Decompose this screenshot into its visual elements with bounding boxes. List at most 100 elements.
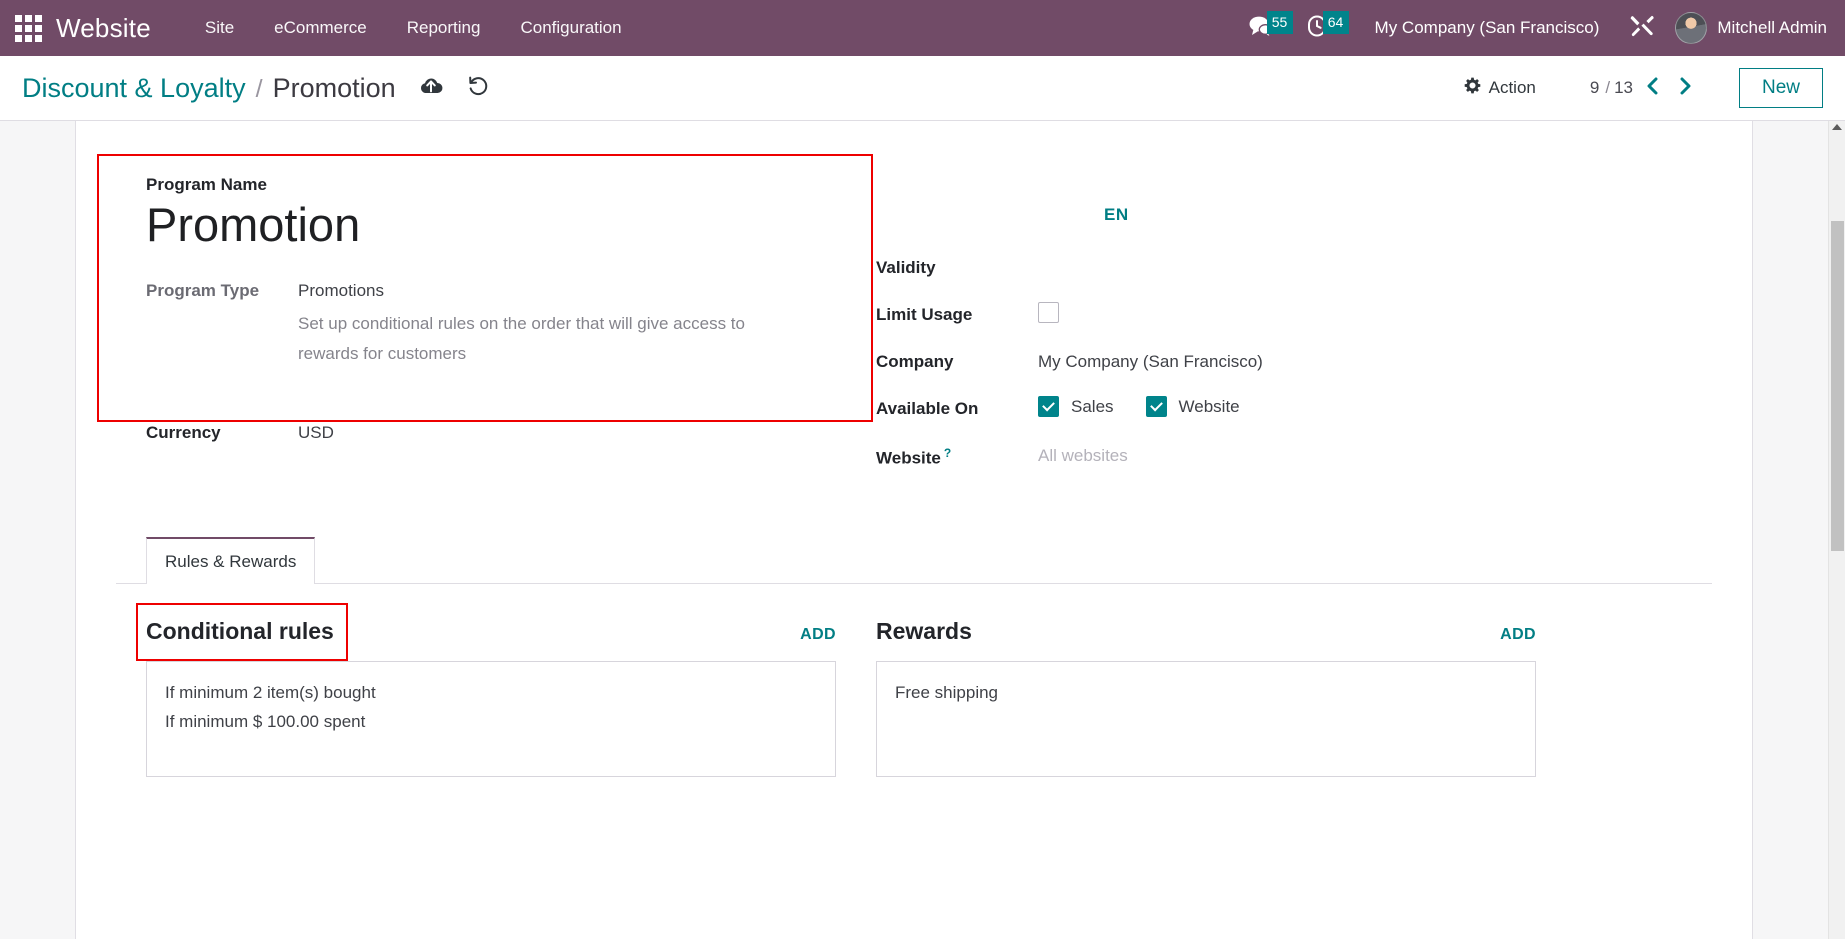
conditional-rule-item[interactable]: If minimum 2 item(s) bought xyxy=(165,678,817,707)
breadcrumb-parent[interactable]: Discount & Loyalty xyxy=(22,73,246,104)
pager-total: 13 xyxy=(1614,78,1633,97)
conditional-rules-title: Conditional rules xyxy=(146,617,334,644)
limit-usage-row: Limit Usage xyxy=(876,302,1712,325)
record-save-discard-actions xyxy=(418,74,490,103)
notebook-tabs: Rules & Rewards xyxy=(116,536,1712,584)
pager-separator: / xyxy=(1605,78,1611,97)
conditional-rules-pane: Conditional rules ADD If minimum 2 item(… xyxy=(146,618,836,777)
program-type-value[interactable]: Promotions xyxy=(298,278,768,301)
rewards-header: Rewards ADD xyxy=(876,618,1536,645)
pager-current[interactable]: 9 xyxy=(1588,78,1601,98)
website-input[interactable]: All websites xyxy=(1038,443,1128,466)
pager: 9 / 13 xyxy=(1588,75,1701,102)
translation-language-badge[interactable]: EN xyxy=(1104,205,1129,225)
chevron-right-icon xyxy=(1679,77,1693,100)
program-type-value-wrap: Promotions Set up conditional rules on t… xyxy=(298,278,768,367)
new-button[interactable]: New xyxy=(1738,68,1823,108)
menu-site[interactable]: Site xyxy=(185,12,254,44)
website-label-text: Website xyxy=(876,448,941,468)
limit-usage-value-wrap xyxy=(1038,302,1059,323)
menu-ecommerce[interactable]: eCommerce xyxy=(254,12,387,44)
page-body: Program Name Promotion Program Type Prom… xyxy=(0,121,1845,939)
developer-tools-icon xyxy=(1629,13,1655,44)
save-button[interactable] xyxy=(418,75,444,102)
available-on-website-checkbox[interactable] xyxy=(1145,396,1167,417)
avatar xyxy=(1675,12,1708,44)
navbar-systray: 55 64 My Company (San Francisco) Mitchel… xyxy=(1241,10,1835,44)
program-name-label: Program Name xyxy=(146,175,267,194)
available-on-options: Sales Website xyxy=(1038,396,1260,417)
menu-reporting[interactable]: Reporting xyxy=(387,12,501,44)
company-value[interactable]: My Company (San Francisco) xyxy=(1038,349,1263,372)
pager-previous-button[interactable] xyxy=(1637,75,1667,102)
activities-menu[interactable]: 64 xyxy=(1299,10,1355,43)
action-menu-button[interactable]: Action xyxy=(1452,71,1548,105)
currency-label: Currency xyxy=(146,422,221,442)
discard-button[interactable] xyxy=(466,74,490,103)
form-column-right: EN Validity Limit Usage Company My Compa… xyxy=(876,153,1712,475)
breadcrumb-separator: / xyxy=(255,74,263,103)
apps-grid-icon xyxy=(14,14,42,42)
program-type-label: Program Type xyxy=(146,281,260,301)
pager-next-button[interactable] xyxy=(1671,75,1701,102)
messages-count-badge: 55 xyxy=(1266,10,1293,34)
website-row: Website? All websites xyxy=(876,443,1712,469)
available-on-label: Available On xyxy=(876,399,979,418)
messages-menu[interactable]: 55 xyxy=(1241,10,1299,43)
limit-usage-checkbox[interactable] xyxy=(1038,302,1059,323)
top-navbar: Website Site eCommerce Reporting Configu… xyxy=(0,0,1845,56)
undo-discard-icon xyxy=(466,74,490,103)
currency-value[interactable]: USD xyxy=(298,420,334,443)
user-menu[interactable]: Mitchell Admin xyxy=(1669,12,1835,44)
form-column-left: Program Name Promotion Program Type Prom… xyxy=(116,153,876,449)
conditional-rules-card: If minimum 2 item(s) bought If minimum $… xyxy=(146,660,836,777)
program-name-input[interactable]: Promotion xyxy=(146,197,876,252)
developer-tools-menu[interactable] xyxy=(1615,13,1669,44)
breadcrumb: Discount & Loyalty / Promotion xyxy=(22,73,396,104)
conditional-rule-item[interactable]: If minimum $ 100.00 spent xyxy=(165,707,817,736)
validity-row: Validity xyxy=(876,255,1712,278)
currency-row: Currency USD xyxy=(146,420,876,443)
limit-usage-label: Limit Usage xyxy=(876,305,973,324)
form-sheet: Program Name Promotion Program Type Prom… xyxy=(75,121,1753,939)
notebook: Rules & Rewards Conditional rules ADD If… xyxy=(116,536,1712,777)
breadcrumb-current: Promotion xyxy=(272,72,396,103)
available-on-row: Available On Sales Website xyxy=(876,396,1712,419)
rewards-card: Free shipping xyxy=(876,660,1536,777)
rewards-pane: Rewards ADD Free shipping xyxy=(876,618,1536,777)
available-on-sales-checkbox[interactable] xyxy=(1038,396,1059,417)
menu-configuration[interactable]: Configuration xyxy=(500,12,641,44)
user-name: Mitchell Admin xyxy=(1717,18,1827,37)
tab-rules-and-rewards[interactable]: Rules & Rewards xyxy=(146,536,316,584)
rewards-title: Rewards xyxy=(876,617,972,644)
available-on-website-label: Website xyxy=(1178,396,1240,416)
add-reward-button[interactable]: ADD xyxy=(1500,626,1536,644)
form-columns: Program Name Promotion Program Type Prom… xyxy=(116,153,1712,475)
action-menu-label: Action xyxy=(1488,78,1536,97)
control-panel: Discount & Loyalty / Promotion Action 9 … xyxy=(0,56,1845,121)
apps-menu-toggle[interactable] xyxy=(0,0,56,56)
vertical-scrollbar[interactable] xyxy=(1828,121,1845,939)
activities-count-badge: 64 xyxy=(1322,10,1349,34)
cloud-upload-icon xyxy=(418,75,444,102)
available-on-sales-label: Sales xyxy=(1071,396,1114,416)
website-help-tooltip-icon[interactable]: ? xyxy=(944,446,951,460)
conditional-rules-header: Conditional rules ADD xyxy=(146,618,836,645)
right-field-group: Validity Limit Usage Company My Company … xyxy=(876,159,1712,469)
notebook-tab-content: Conditional rules ADD If minimum 2 item(… xyxy=(116,584,1712,777)
gear-icon xyxy=(1464,77,1481,99)
reward-item[interactable]: Free shipping xyxy=(895,678,1517,707)
app-brand-website[interactable]: Website xyxy=(56,13,151,44)
scroll-up-arrow-icon[interactable] xyxy=(1832,124,1842,130)
control-panel-right: Action 9 / 13 New xyxy=(1452,68,1823,108)
website-label: Website? xyxy=(876,443,1038,469)
company-switcher[interactable]: My Company (San Francisco) xyxy=(1355,18,1616,38)
chevron-left-icon xyxy=(1645,77,1659,100)
form-sheet-inner: Program Name Promotion Program Type Prom… xyxy=(76,121,1752,777)
validity-label: Validity xyxy=(876,258,936,277)
company-row: Company My Company (San Francisco) xyxy=(876,349,1712,372)
add-conditional-rule-button[interactable]: ADD xyxy=(800,626,836,644)
company-label: Company xyxy=(876,352,954,371)
scrollbar-thumb[interactable] xyxy=(1831,221,1844,551)
program-type-row: Program Type Promotions Set up condition… xyxy=(146,278,876,367)
